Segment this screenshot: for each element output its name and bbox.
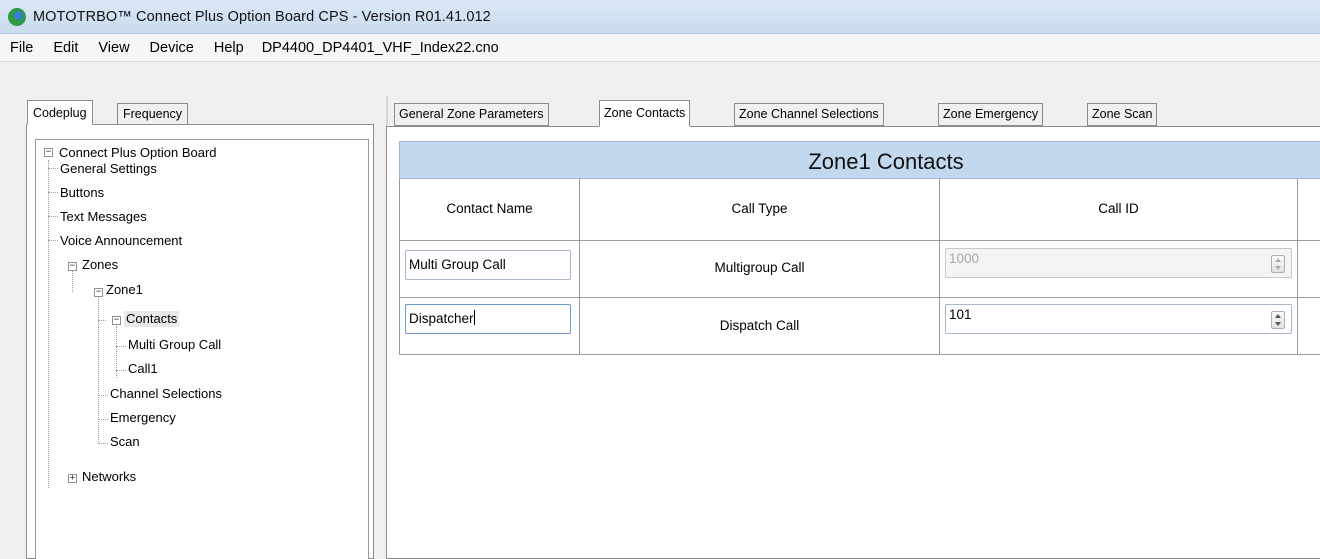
collapse-zone1-icon[interactable]: − [94,288,103,297]
window-title: MOTOTRBO™ Connect Plus Option Board CPS … [33,8,491,25]
title-bar: MOTOTRBO™ Connect Plus Option Board CPS … [0,0,1320,34]
header-contact-name-label: Contact Name [446,201,533,216]
zone-contacts-panel: Zone1 Contacts Contact Name Call Type Ca… [386,126,1320,559]
table-row-2-type-cell: Dispatch Call [579,298,939,355]
open-filename: DP4400_DP4401_VHF_Index22.cno [261,39,499,56]
collapse-root-icon[interactable]: − [44,148,53,157]
tree-item-general-settings[interactable]: General Settings [60,161,157,177]
tree-item-root[interactable]: Connect Plus Option Board [59,145,217,161]
tree-item-networks[interactable]: Networks [82,469,136,485]
call-id-value-1: 1000 [949,251,980,266]
tab-zone-scan[interactable]: Zone Scan [1087,103,1158,126]
tree-item-emergency[interactable]: Emergency [110,410,176,426]
grid-heading: Zone1 Contacts [808,149,964,174]
tree-item-zone1[interactable]: Zone1 [106,282,143,298]
codeplug-panel: − Connect Plus Option Board General Sett… [26,124,374,559]
tab-general-zone-parameters[interactable]: General Zone Parameters [394,103,549,126]
menu-device[interactable]: Device [140,34,204,62]
header-extra [1297,179,1320,241]
table-row-1-id-cell: 1000 [939,241,1297,298]
header-contact-name: Contact Name [399,179,579,241]
tab-zone-emergency[interactable]: Zone Emergency [938,103,1044,126]
spin-arrows-icon[interactable] [1271,311,1285,329]
tab-zone-contacts[interactable]: Zone Contacts [599,100,691,127]
call-id-stepper-2[interactable]: 101 [945,304,1292,334]
app-logo-icon [8,7,26,26]
contact-name-field-2[interactable]: Dispatcher [405,304,571,334]
tab-frequency[interactable]: Frequency [117,103,189,125]
text-caret [473,310,475,325]
menu-edit[interactable]: Edit [43,34,88,62]
menu-view[interactable]: View [88,34,139,62]
header-call-type-label: Call Type [731,201,788,216]
tree-item-text-messages[interactable]: Text Messages [60,209,147,225]
codeplug-tree: − Connect Plus Option Board General Sett… [35,139,369,559]
spin-arrows-icon [1271,255,1285,273]
tree-item-call1[interactable]: Call1 [128,361,158,377]
contact-name-field-1[interactable]: Multi Group Call [405,250,571,280]
call-type-1: Multigroup Call [714,260,805,275]
call-id-stepper-1: 1000 [945,248,1292,278]
tree-item-buttons[interactable]: Buttons [60,185,104,201]
table-row-2-extra [1297,298,1320,355]
menu-bar: File Edit View Device Help DP4400_DP4401… [0,34,1320,62]
tab-codeplug[interactable]: Codeplug [27,100,93,125]
call-type-2: Dispatch Call [719,318,800,333]
header-call-type: Call Type [579,179,939,241]
tab-zone-channel-selections[interactable]: Zone Channel Selections [734,103,884,126]
tree-item-zones[interactable]: Zones [82,257,118,273]
tree-item-contacts[interactable]: Contacts [124,311,180,327]
contact-name-value-2: Dispatcher [409,311,474,326]
menu-file[interactable]: File [0,34,43,62]
table-row-1-extra [1297,241,1320,298]
header-call-id: Call ID [939,179,1297,241]
call-id-value-2: 101 [949,307,972,322]
tree-item-voice-announcement[interactable]: Voice Announcement [60,233,182,249]
table-row-1-type-cell: Multigroup Call [579,241,939,298]
collapse-zones-icon[interactable]: − [68,262,77,271]
menu-help[interactable]: Help [204,34,254,62]
tree-item-scan[interactable]: Scan [110,434,140,450]
table-row-1-name-cell: Multi Group Call [399,241,579,298]
expand-networks-icon[interactable]: + [68,474,77,483]
collapse-contacts-icon[interactable]: − [112,316,121,325]
grid-heading-band: Zone1 Contacts [399,141,1320,179]
contacts-grid: Zone1 Contacts Contact Name Call Type Ca… [399,141,1320,355]
table-row-2-name-cell: Dispatcher [399,298,579,355]
table-row-2-id-cell: 101 [939,298,1297,355]
header-call-id-label: Call ID [1098,201,1139,216]
tree-item-multi-group-call[interactable]: Multi Group Call [128,337,221,353]
tree-item-channel-selections[interactable]: Channel Selections [110,386,222,402]
